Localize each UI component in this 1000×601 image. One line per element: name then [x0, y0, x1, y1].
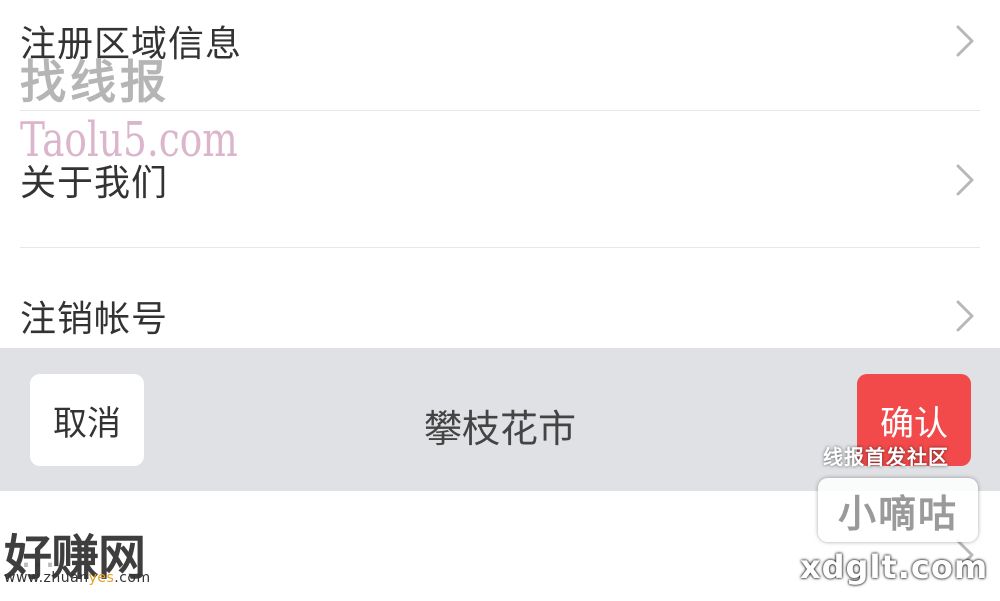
row-divider: [20, 110, 980, 111]
settings-item-partial[interactable]: …: [20, 520, 980, 590]
row-divider: [20, 247, 980, 248]
chevron-right-icon: [956, 300, 974, 332]
settings-item-label: 注册区域信息: [20, 24, 243, 65]
chevron-right-icon: [956, 539, 974, 571]
chevron-right-icon: [956, 164, 974, 196]
settings-page: 注册区域信息 关于我们 注销帐号 … 取消 攀枝花市 确认 找线报 Taolu5…: [0, 0, 1000, 601]
chevron-right-icon: [956, 25, 974, 57]
confirm-button[interactable]: 确认: [857, 374, 971, 466]
settings-item-label: …: [20, 534, 57, 576]
settings-item-label: 注销帐号: [20, 299, 169, 340]
settings-item-label: 关于我们: [20, 163, 169, 204]
city-picker-toolbar: 取消 攀枝花市 确认: [0, 348, 1000, 491]
settings-item-region-info[interactable]: 注册区域信息: [20, 0, 980, 82]
picker-selected-city: 攀枝花市: [423, 407, 576, 451]
settings-item-about-us[interactable]: 关于我们: [20, 140, 980, 220]
settings-item-deactivate-account[interactable]: 注销帐号: [20, 276, 980, 356]
